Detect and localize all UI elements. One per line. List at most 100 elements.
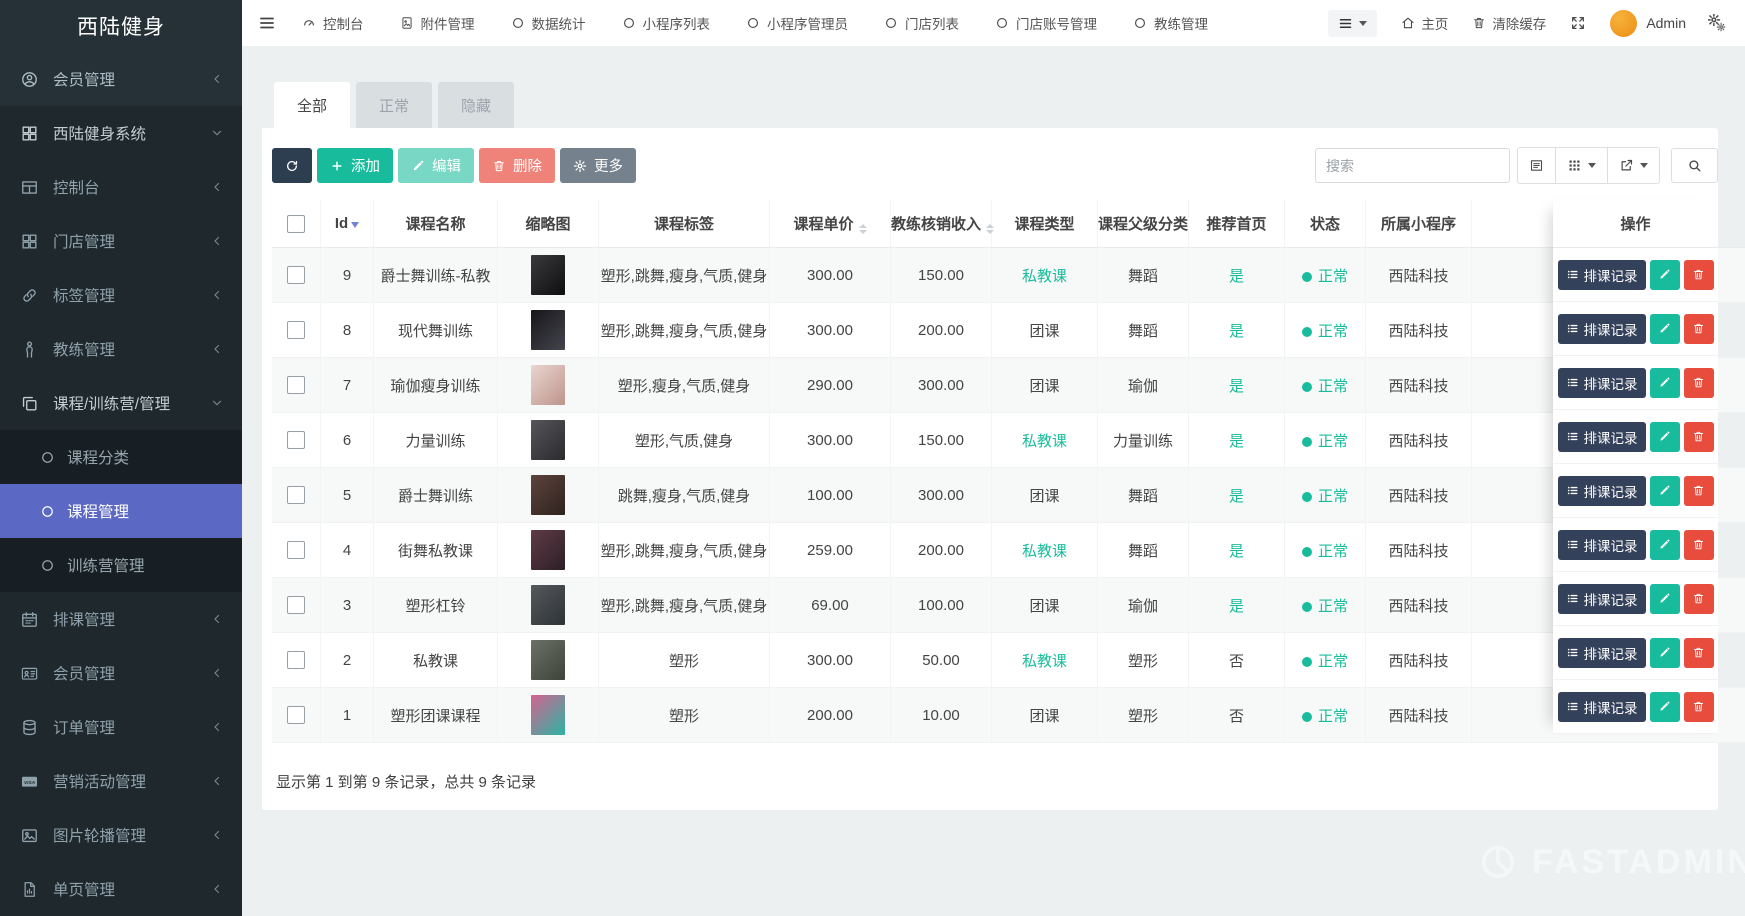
sidebar-item-page-management[interactable]: 单页管理 xyxy=(0,862,242,916)
sidebar-item-banner-management[interactable]: 图片轮播管理 xyxy=(0,808,242,862)
sidebar-item-course-category[interactable]: 课程分类 xyxy=(0,430,242,484)
row-checkbox[interactable] xyxy=(287,596,305,614)
topnav-tab-attachment-management[interactable]: 附件管理 xyxy=(400,13,475,33)
row-edit-button[interactable] xyxy=(1650,692,1680,722)
course-thumbnail[interactable] xyxy=(531,365,565,405)
row-delete-button[interactable] xyxy=(1684,692,1714,722)
course-thumbnail[interactable] xyxy=(531,530,565,570)
sidebar-item-coach-management[interactable]: 教练管理 xyxy=(0,322,242,376)
course-thumbnail[interactable] xyxy=(531,420,565,460)
course-thumbnail[interactable] xyxy=(531,585,565,625)
filter-tab[interactable]: 隐藏 xyxy=(438,82,514,128)
schedule-records-button[interactable]: 排课记录 xyxy=(1558,476,1646,506)
sidebar-item-member-management[interactable]: 会员管理 xyxy=(0,646,242,700)
list-icon xyxy=(1566,592,1579,605)
row-checkbox[interactable] xyxy=(287,321,305,339)
detail-view-button[interactable] xyxy=(1517,147,1555,184)
row-delete-button[interactable] xyxy=(1684,368,1714,398)
filter-tab[interactable]: 正常 xyxy=(356,82,432,128)
cell-parent-category: 塑形 xyxy=(1098,633,1189,688)
row-edit-button[interactable] xyxy=(1650,314,1680,344)
more-button[interactable]: 更多 xyxy=(560,148,636,183)
row-checkbox[interactable] xyxy=(287,486,305,504)
row-delete-button[interactable] xyxy=(1684,476,1714,506)
topnav-tab-console[interactable]: 控制台 xyxy=(302,13,364,33)
sidebar-item-dashboard[interactable]: 控制台 xyxy=(0,160,242,214)
sidebar-item-marketing-management[interactable]: VISA营销活动管理 xyxy=(0,754,242,808)
sidebar-item-xilu-fitness-system[interactable]: 西陆健身系统 xyxy=(0,106,242,160)
cell-commission: 200.00 xyxy=(891,523,992,578)
topnav-tab-coach-management[interactable]: 教练管理 xyxy=(1133,13,1208,33)
course-thumbnail[interactable] xyxy=(531,255,565,295)
username[interactable]: Admin xyxy=(1646,15,1686,31)
row-delete-button[interactable] xyxy=(1684,530,1714,560)
column-header[interactable]: 教练核销收入 xyxy=(891,200,992,248)
sidebar-item-member-management-top[interactable]: 会员管理 xyxy=(0,52,242,106)
schedule-records-button[interactable]: 排课记录 xyxy=(1558,368,1646,398)
gauge-icon xyxy=(302,16,316,30)
row-edit-button[interactable] xyxy=(1650,260,1680,290)
search-button[interactable] xyxy=(1671,148,1718,183)
schedule-records-button[interactable]: 排课记录 xyxy=(1558,584,1646,614)
tab-list-dropdown[interactable] xyxy=(1328,10,1377,37)
user-avatar[interactable] xyxy=(1610,10,1637,37)
row-delete-button[interactable] xyxy=(1684,422,1714,452)
row-edit-button[interactable] xyxy=(1650,638,1680,668)
add-button[interactable]: 添加 xyxy=(317,148,393,183)
home-link[interactable]: 主页 xyxy=(1401,13,1448,33)
row-delete-button[interactable] xyxy=(1684,260,1714,290)
sidebar-item-course-management[interactable]: 课程管理 xyxy=(0,484,242,538)
row-checkbox[interactable] xyxy=(287,541,305,559)
column-header[interactable]: Id xyxy=(321,200,374,248)
course-thumbnail[interactable] xyxy=(531,695,565,735)
schedule-records-button[interactable]: 排课记录 xyxy=(1558,314,1646,344)
export-dropdown-button[interactable] xyxy=(1607,147,1660,184)
row-checkbox[interactable] xyxy=(287,431,305,449)
row-checkbox[interactable] xyxy=(287,706,305,724)
search-input[interactable] xyxy=(1315,148,1510,183)
topnav-tab-data-statistics[interactable]: 数据统计 xyxy=(511,13,586,33)
edit-button[interactable]: 编辑 xyxy=(398,148,474,183)
ucircle-icon xyxy=(20,70,39,89)
row-edit-button[interactable] xyxy=(1650,476,1680,506)
filter-tab[interactable]: 全部 xyxy=(274,82,350,128)
row-delete-button[interactable] xyxy=(1684,314,1714,344)
schedule-records-button[interactable]: 排课记录 xyxy=(1558,530,1646,560)
topnav-tab-miniapp-list[interactable]: 小程序列表 xyxy=(622,13,711,33)
topnav-tab-miniapp-admin[interactable]: 小程序管理员 xyxy=(746,13,848,33)
row-edit-button[interactable] xyxy=(1650,422,1680,452)
fullscreen-button[interactable] xyxy=(1570,15,1586,31)
clear-cache-link[interactable]: 清除缓存 xyxy=(1472,13,1546,33)
course-thumbnail[interactable] xyxy=(531,310,565,350)
sidebar-item-order-management[interactable]: 订单管理 xyxy=(0,700,242,754)
row-checkbox[interactable] xyxy=(287,376,305,394)
course-thumbnail[interactable] xyxy=(531,475,565,515)
schedule-records-button[interactable]: 排课记录 xyxy=(1558,422,1646,452)
sidebar-item-schedule-management[interactable]: 排课管理 xyxy=(0,592,242,646)
columns-dropdown-button[interactable] xyxy=(1555,147,1607,184)
sidebar-toggle-button[interactable] xyxy=(258,14,276,32)
schedule-records-button[interactable]: 排课记录 xyxy=(1558,260,1646,290)
sidebar-item-camp-management[interactable]: 训练营管理 xyxy=(0,538,242,592)
sidebar-item-tag-management[interactable]: 标签管理 xyxy=(0,268,242,322)
sidebar-item-store-management[interactable]: 门店管理 xyxy=(0,214,242,268)
schedule-records-button[interactable]: 排课记录 xyxy=(1558,638,1646,668)
row-edit-button[interactable] xyxy=(1650,584,1680,614)
topnav-tab-store-list[interactable]: 门店列表 xyxy=(884,13,959,33)
refresh-button[interactable] xyxy=(272,148,312,183)
select-all-checkbox[interactable] xyxy=(287,215,305,233)
row-edit-button[interactable] xyxy=(1650,530,1680,560)
row-edit-button[interactable] xyxy=(1650,368,1680,398)
column-header[interactable]: 课程单价 xyxy=(770,200,891,248)
schedule-records-button[interactable]: 排课记录 xyxy=(1558,692,1646,722)
row-delete-button[interactable] xyxy=(1684,584,1714,614)
row-checkbox[interactable] xyxy=(287,651,305,669)
topnav-tab-store-account-management[interactable]: 门店账号管理 xyxy=(995,13,1097,33)
row-checkbox[interactable] xyxy=(287,266,305,284)
delete-button[interactable]: 删除 xyxy=(479,148,555,183)
course-thumbnail[interactable] xyxy=(531,640,565,680)
sidebar-item-course-camp-management[interactable]: 课程/训练营/管理 xyxy=(0,376,242,430)
settings-gears-button[interactable] xyxy=(1708,14,1727,33)
trash-icon xyxy=(1692,430,1705,443)
row-delete-button[interactable] xyxy=(1684,638,1714,668)
